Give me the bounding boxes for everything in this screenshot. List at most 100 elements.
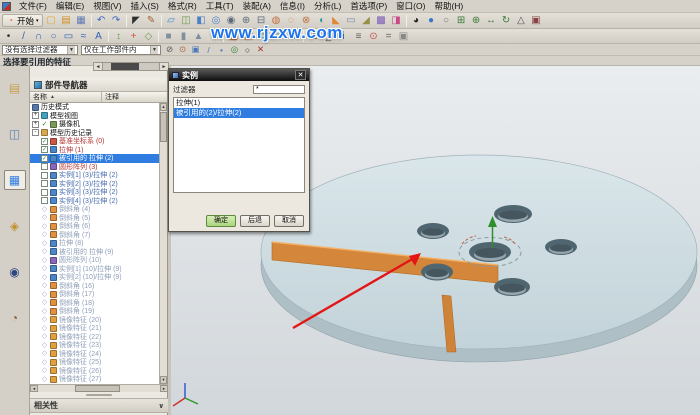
start-menu-button[interactable]: ◔ 开始 ▾ — [2, 14, 43, 27]
feature-checkbox[interactable] — [41, 180, 48, 187]
hd3d-tool-tab[interactable]: ◉ — [4, 262, 26, 282]
scroll-up-icon[interactable]: ▲ — [160, 103, 167, 111]
mirror-feature-icon[interactable]: ◨ — [390, 14, 403, 27]
cancel-button[interactable]: 取消 — [274, 215, 304, 227]
spline-icon[interactable]: ≈ — [77, 30, 90, 43]
circle-curve-icon[interactable]: ○ — [47, 30, 60, 43]
history-palette-tab[interactable]: ◔ — [4, 308, 26, 328]
menu-item-window[interactable]: 窗口(O) — [392, 0, 429, 12]
open-icon[interactable]: ▤ — [60, 14, 73, 27]
menu-item-view[interactable]: 视图(V) — [89, 0, 125, 12]
tree-row[interactable]: ◇倒斜角 (17) — [30, 290, 160, 299]
hole-slot-end[interactable] — [421, 264, 453, 281]
filter-reset-icon[interactable]: ⊘ — [164, 44, 175, 55]
tree-row[interactable]: ◇倒斜角 (18) — [30, 299, 160, 308]
snap-settings-icon[interactable]: ▣ — [397, 30, 410, 43]
redo-icon[interactable]: ↷ — [110, 14, 123, 27]
tree-row[interactable]: ✓基准坐标系 (0) — [30, 137, 160, 146]
hole-center[interactable] — [469, 242, 511, 262]
line-icon[interactable]: / — [17, 30, 30, 43]
feature-checkbox[interactable] — [41, 172, 48, 179]
tree-row[interactable]: 实例[4] (3)/拉伸 (2) — [30, 197, 160, 206]
zoom-in-icon[interactable]: ⊕ — [470, 14, 483, 27]
back-button[interactable]: 后退 — [240, 215, 270, 227]
dialog-list-item[interactable]: 被引用的(2)/拉伸(2) — [174, 108, 304, 118]
column-header-note[interactable]: 注释 — [102, 92, 119, 102]
menu-item-help[interactable]: 帮助(H) — [430, 0, 467, 12]
fit-view-icon[interactable]: ⊞ — [455, 14, 468, 27]
perspective-view-icon[interactable]: △ — [515, 14, 528, 27]
layers-icon[interactable]: ≡ — [352, 30, 365, 43]
undo-icon[interactable]: ↶ — [95, 14, 108, 27]
tree-vertical-scrollbar[interactable]: ▲ ▼ — [159, 103, 167, 384]
dialog-list-item[interactable]: 拉伸(1) — [174, 98, 304, 108]
datum-plane-icon[interactable]: ◫ — [180, 14, 193, 27]
rectangle-curve-icon[interactable]: ▭ — [62, 30, 75, 43]
feature-checkbox[interactable]: ✓ — [41, 155, 48, 162]
shaded-view-icon[interactable]: ● — [425, 14, 438, 27]
save-icon[interactable]: ▦ — [75, 14, 88, 27]
shell-icon[interactable]: ▭ — [345, 14, 358, 27]
cone-icon[interactable]: ▲ — [192, 30, 205, 43]
sketch-icon[interactable]: ▱ — [165, 14, 178, 27]
datum-axis-icon[interactable]: ↕ — [112, 30, 125, 43]
draft-icon[interactable]: ◢ — [360, 14, 373, 27]
scroll-left-icon[interactable]: ◄ — [94, 63, 103, 70]
tree-row[interactable]: ◇倒斜角 (6) — [30, 222, 160, 231]
quick-pick-icon[interactable]: ○ — [242, 44, 253, 55]
selection-arrow-icon[interactable]: ◤ — [130, 14, 143, 27]
tree-row[interactable]: ◇镜像特征 (27) — [30, 375, 160, 384]
part-navigator-tab[interactable]: ▦ — [4, 170, 26, 190]
menu-item-preferences[interactable]: 首选项(P) — [346, 0, 391, 12]
snapshot-icon[interactable]: ▣ — [530, 14, 543, 27]
ok-button[interactable]: 确定 — [206, 215, 236, 227]
selection-scope-dropdown[interactable]: 仅在工作部件内 ▼ — [81, 45, 161, 55]
tree-row[interactable]: ◇倒斜角 (5) — [30, 214, 160, 223]
hole-left[interactable] — [417, 223, 449, 239]
panel-top-scrollbar[interactable]: ◄ ► — [93, 62, 169, 71]
scrollbar-thumb[interactable] — [160, 112, 167, 142]
pattern-feature-icon[interactable]: ▩ — [375, 14, 388, 27]
menu-item-file[interactable]: 文件(F) — [15, 0, 51, 12]
scrollbar-thumb[interactable] — [75, 385, 120, 392]
tree-row[interactable]: ◇倒斜角 (16) — [30, 282, 160, 291]
menu-item-assemblies[interactable]: 装配(A) — [239, 0, 275, 12]
extrude-icon[interactable]: ◧ — [195, 14, 208, 27]
deselect-all-icon[interactable]: ✕ — [255, 44, 266, 55]
hole-bottom[interactable] — [494, 278, 530, 296]
tree-row[interactable]: ◇倒斜角 (7) — [30, 231, 160, 240]
select-edge-icon[interactable]: / — [203, 44, 214, 55]
wireframe-view-icon[interactable]: ○ — [440, 14, 453, 27]
menu-item-information[interactable]: 信息(I) — [276, 0, 309, 12]
orient-view-icon[interactable]: ◕ — [410, 14, 423, 27]
menu-item-format[interactable]: 格式(R) — [164, 0, 201, 12]
snap-point-icon[interactable]: ⊙ — [177, 44, 188, 55]
highlight-icon[interactable]: ◎ — [229, 44, 240, 55]
feature-checkbox[interactable]: ✓ — [41, 138, 48, 145]
cylinder-icon[interactable]: ▮ — [177, 30, 190, 43]
feature-checkbox[interactable]: ✓ — [41, 146, 48, 153]
wcs-icon[interactable]: ⊙ — [367, 30, 380, 43]
tree-row[interactable]: ◇实例[2] (10)/拉伸 (9) — [30, 273, 160, 282]
datum-csys-icon[interactable]: + — [127, 30, 140, 43]
text-curve-icon[interactable]: A — [92, 30, 105, 43]
scroll-right-icon[interactable]: ► — [159, 63, 168, 70]
scrollbar-thumb[interactable] — [111, 63, 139, 70]
block-icon[interactable]: ■ — [162, 30, 175, 43]
plane-icon[interactable]: ◇ — [142, 30, 155, 43]
scroll-left-icon[interactable]: ◄ — [30, 385, 38, 392]
menu-item-insert[interactable]: 插入(S) — [127, 0, 163, 12]
part-navigator-header[interactable]: 部件导航器 — [30, 78, 167, 92]
assembly-navigator-tab[interactable]: ▤ — [4, 78, 26, 98]
scrollbar-track[interactable] — [103, 63, 159, 70]
tree-row[interactable]: ◇倒斜角 (4) — [30, 205, 160, 214]
expressions-icon[interactable]: = — [382, 30, 395, 43]
dependencies-section[interactable]: 相关性 ∨ — [30, 398, 168, 413]
scroll-down-icon[interactable]: ▼ — [160, 376, 167, 384]
selection-filter-dropdown[interactable]: 没有选择过滤器 ▼ — [2, 45, 78, 55]
expand-icon[interactable]: + — [32, 121, 39, 128]
dialog-close-button[interactable]: ✕ — [295, 70, 306, 80]
collapse-icon[interactable]: - — [32, 129, 39, 136]
expand-icon[interactable]: + — [32, 112, 39, 119]
hole-right[interactable] — [545, 239, 577, 255]
